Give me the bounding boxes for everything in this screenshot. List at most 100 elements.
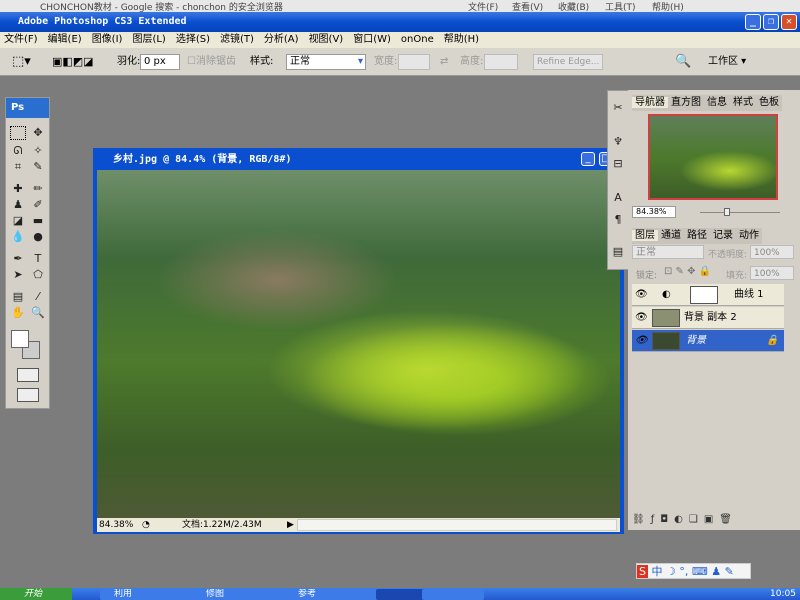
- path-select-icon[interactable]: ➤: [10, 268, 26, 282]
- tab-history[interactable]: 记录: [710, 230, 736, 241]
- notes-icon[interactable]: ▤: [10, 290, 26, 304]
- navigator-thumbnail[interactable]: [648, 114, 778, 200]
- lock-icons[interactable]: ⊡ ✎ ✥ 🔒: [664, 266, 711, 277]
- tab-channels[interactable]: 通道: [658, 230, 684, 241]
- menu-filter[interactable]: 滤镜(T): [220, 34, 254, 45]
- foreground-color-swatch[interactable]: [11, 330, 29, 348]
- menu-analysis[interactable]: 分析(A): [264, 34, 299, 45]
- quick-mask-icon[interactable]: [17, 368, 39, 382]
- swap-icon[interactable]: ⇄: [440, 48, 448, 76]
- marquee-tool-icon[interactable]: [10, 126, 26, 140]
- minimize-button[interactable]: _: [745, 14, 761, 30]
- horizontal-scrollbar[interactable]: [297, 519, 617, 531]
- restore-button[interactable]: ❐: [763, 14, 779, 30]
- browser-menu-tools[interactable]: 工具(T): [605, 0, 636, 12]
- opacity-input[interactable]: 100%: [750, 245, 794, 259]
- tab-paths[interactable]: 路径: [684, 230, 710, 241]
- antialias-checkbox[interactable]: ☐消除锯齿: [187, 48, 236, 76]
- status-icon[interactable]: ◔: [142, 518, 150, 532]
- doc-minimize-button[interactable]: _: [581, 152, 595, 166]
- menu-onone[interactable]: onOne: [401, 34, 434, 45]
- tab-styles[interactable]: 样式: [730, 97, 756, 108]
- ime-mode[interactable]: 中: [651, 565, 662, 578]
- tab-actions[interactable]: 动作: [736, 230, 762, 241]
- menu-image[interactable]: 图像(I): [92, 34, 123, 45]
- menu-window[interactable]: 窗口(W): [353, 34, 391, 45]
- tab-layers[interactable]: 图层: [632, 230, 658, 241]
- screen-mode-icon[interactable]: [17, 388, 39, 402]
- status-menu-arrow[interactable]: ▶: [287, 518, 294, 532]
- brushes-icon[interactable]: ♆: [610, 135, 626, 149]
- type-tool-icon[interactable]: T: [30, 252, 46, 266]
- clone-source-icon[interactable]: ⊟: [610, 157, 626, 171]
- feather-input[interactable]: 0 px: [140, 54, 180, 70]
- character-icon[interactable]: A: [610, 191, 626, 205]
- zoom-tool-icon[interactable]: 🔍: [30, 306, 46, 320]
- browser-menu-view[interactable]: 查看(V): [512, 0, 543, 12]
- layer-comps-icon[interactable]: ▤: [610, 245, 626, 259]
- navigator-zoom-input[interactable]: 84.38%: [632, 206, 676, 218]
- slider-handle[interactable]: [724, 208, 730, 216]
- magic-wand-icon[interactable]: ✧: [30, 144, 46, 158]
- selection-mode-icons[interactable]: ▣◧◩◪: [52, 48, 94, 76]
- layers-panel-footer-icons[interactable]: ⛓ƒ◘◐❑▣🗑: [632, 514, 796, 528]
- eye-icon[interactable]: 👁: [635, 330, 648, 352]
- healing-brush-icon[interactable]: ✚: [10, 182, 26, 196]
- browser-menu-file[interactable]: 文件(F): [468, 0, 498, 12]
- fill-input[interactable]: 100%: [750, 266, 794, 280]
- menu-help[interactable]: 帮助(H): [444, 34, 479, 45]
- file-browser-icon[interactable]: 🔍: [675, 48, 691, 76]
- tab-histogram[interactable]: 直方图: [668, 97, 704, 108]
- hand-tool-icon[interactable]: ✋: [10, 306, 26, 320]
- shape-tool-icon[interactable]: ⬠: [30, 268, 46, 282]
- menu-bar: 文件(F) 编辑(E) 图像(I) 图层(L) 选择(S) 滤镜(T) 分析(A) 视图(V)…: [0, 32, 800, 48]
- marquee-tool-icon[interactable]: ⬚▾: [12, 48, 31, 76]
- style-select[interactable]: 正常 ▾: [286, 54, 366, 70]
- menu-layer[interactable]: 图层(L): [132, 34, 165, 45]
- move-tool-icon[interactable]: ✥: [30, 126, 46, 140]
- tab-swatches[interactable]: 色板: [756, 97, 782, 108]
- browser-menu-help[interactable]: 帮助(H): [652, 0, 684, 12]
- browser-menu-favorites[interactable]: 收藏(B): [558, 0, 589, 12]
- lasso-tool-icon[interactable]: ᘏ: [10, 144, 26, 158]
- menu-file[interactable]: 文件(F): [4, 34, 38, 45]
- history-brush-icon[interactable]: ✐: [30, 198, 46, 212]
- canvas-image[interactable]: [97, 170, 620, 520]
- paragraph-icon[interactable]: ¶: [610, 213, 626, 227]
- tool-presets-icon[interactable]: ✂: [610, 101, 626, 115]
- zoom-level[interactable]: 84.38%: [99, 518, 133, 532]
- layer-row-selected[interactable]: 👁 背景 🔒: [632, 330, 784, 352]
- style-value: 正常: [290, 56, 310, 67]
- workspace-button[interactable]: 工作区 ▾: [708, 48, 746, 76]
- menu-edit[interactable]: 编辑(E): [48, 34, 82, 45]
- blur-icon[interactable]: 💧: [10, 230, 26, 244]
- clone-stamp-icon[interactable]: ♟: [10, 198, 26, 212]
- menu-select[interactable]: 选择(S): [176, 34, 210, 45]
- eye-icon[interactable]: 👁: [635, 284, 648, 306]
- brush-tool-icon[interactable]: ✏: [30, 182, 46, 196]
- start-button[interactable]: 开始: [0, 588, 72, 600]
- layer-row[interactable]: 👁 背景 副本 2: [632, 307, 784, 329]
- menu-view[interactable]: 视图(V): [309, 34, 344, 45]
- gradient-icon[interactable]: ▬: [30, 214, 46, 228]
- refine-edge-button[interactable]: Refine Edge...: [533, 54, 603, 70]
- eraser-icon[interactable]: ◪: [10, 214, 26, 228]
- close-button[interactable]: ✕: [781, 14, 797, 30]
- ime-toolbar[interactable]: S 中 ☽ °, ⌨ ♟ ✎: [636, 563, 751, 579]
- blend-mode-select[interactable]: 正常: [632, 245, 704, 259]
- eyedropper-icon[interactable]: ⁄: [30, 290, 46, 304]
- crop-tool-icon[interactable]: ⌗: [10, 160, 26, 174]
- taskbar-item[interactable]: [422, 589, 484, 600]
- height-input[interactable]: [484, 54, 518, 70]
- pen-tool-icon[interactable]: ✒: [10, 252, 26, 266]
- layer-row[interactable]: 👁 ◐ 曲线 1: [632, 284, 784, 306]
- tab-info[interactable]: 信息: [704, 97, 730, 108]
- slice-tool-icon[interactable]: ✎: [30, 160, 46, 174]
- width-input[interactable]: [398, 54, 430, 70]
- dodge-icon[interactable]: ●: [30, 230, 46, 244]
- navigator-zoom-slider[interactable]: [700, 212, 780, 213]
- toolbox: Ps ✥ ᘏ ✧ ⌗ ✎ ✚ ✏ ♟ ✐ ◪ ▬ 💧 ● ✒ T ➤ ⬠ ▤ ⁄…: [5, 97, 50, 409]
- ime-tool-icons[interactable]: ☽ °, ⌨ ♟ ✎: [666, 565, 734, 578]
- tab-navigator[interactable]: 导航器: [632, 97, 668, 108]
- eye-icon[interactable]: 👁: [635, 307, 648, 329]
